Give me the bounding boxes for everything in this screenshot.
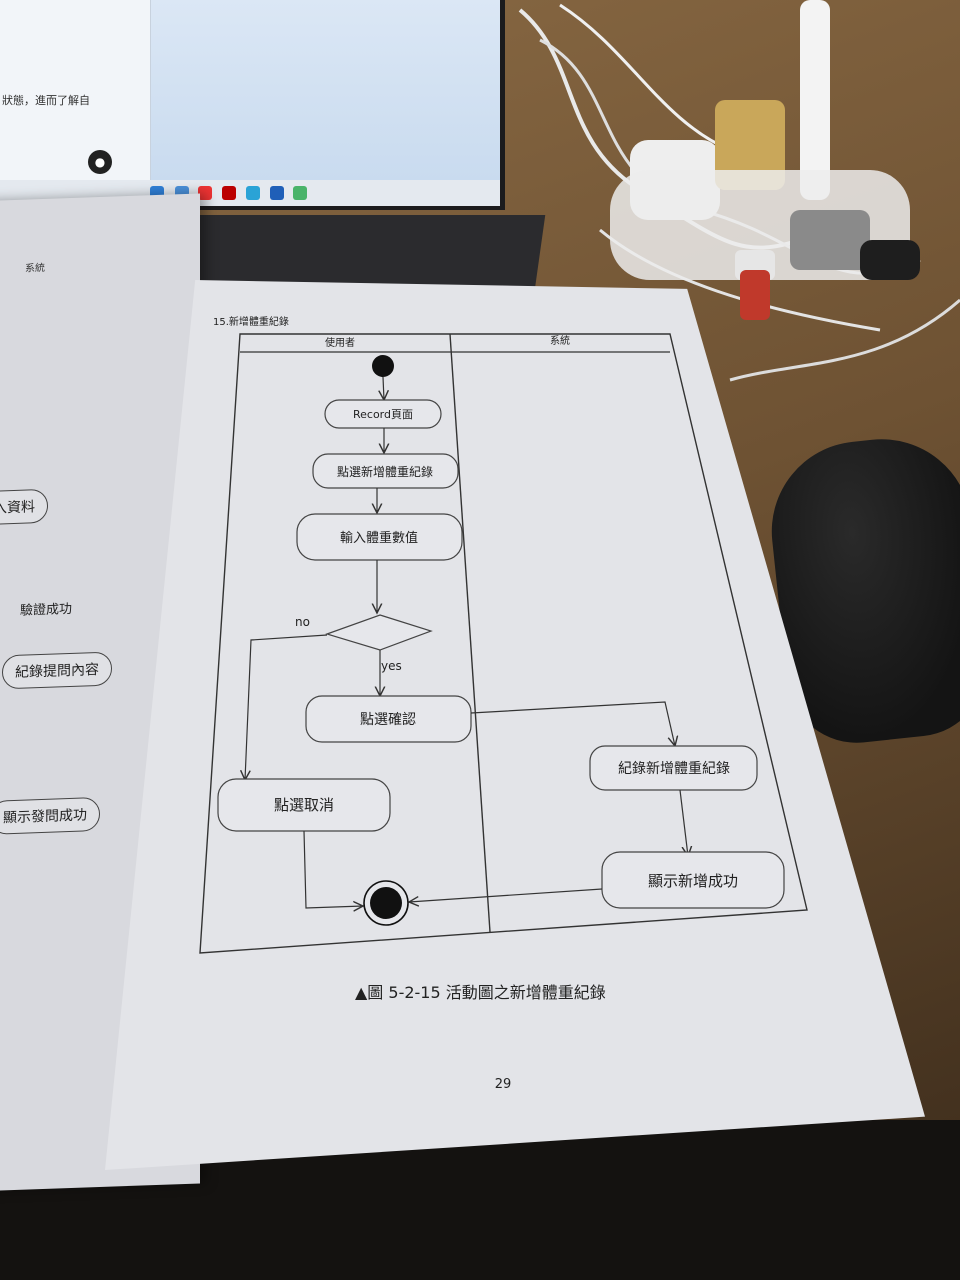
photo-scene: 狀態，進而了解自 ● 系統 入資料 驗證成功 紀錄提問內容 顯示發問成功 15.… — [0, 0, 960, 1280]
left-node-show-success: 顯示發問成功 — [0, 796, 100, 835]
start-node — [372, 355, 394, 377]
outlook-icon[interactable] — [270, 186, 284, 200]
book-page: 15.新增體重紀錄 使用者 系統 Record頁面 點選新增體重紀錄 輸入體重數… — [105, 280, 925, 1170]
end-node — [370, 887, 402, 919]
section-title: 15.新增體重紀錄 — [213, 315, 289, 328]
left-node-input: 入資料 — [0, 488, 48, 526]
netflix-icon[interactable] — [222, 186, 236, 200]
app-icon[interactable] — [293, 186, 307, 200]
left-lane-header: 系統 — [25, 262, 45, 275]
left-label-verify: 驗證成功 — [20, 601, 73, 619]
laptop-screen: 狀態，進而了解自 ● — [0, 0, 505, 210]
guard-no: no — [295, 615, 310, 629]
lane-divider — [449, 333, 491, 933]
page-number: 29 — [495, 1077, 512, 1092]
chat-text: 狀態，進而了解自 — [2, 94, 90, 107]
edge-icon[interactable] — [246, 186, 260, 200]
activity-diagram: 15.新增體重紀錄 使用者 系統 Record頁面 點選新增體重紀錄 輸入體重數… — [199, 315, 808, 1092]
chat-panel: 狀態，進而了解自 ● — [0, 0, 151, 185]
node-record-new-label: 紀錄新增體重紀錄 — [618, 761, 730, 777]
laptop-keyboard — [184, 215, 546, 290]
node-click-cancel-label: 點選取消 — [274, 796, 334, 814]
node-record-page-label: Record頁面 — [353, 408, 413, 421]
left-node-record-question: 紀錄提問內容 — [2, 651, 112, 690]
screen-display: 狀態，進而了解自 ● — [0, 0, 500, 185]
node-show-success-label: 顯示新增成功 — [648, 872, 738, 890]
figure-caption: ▲圖 5-2-15 活動圖之新增體重紀錄 — [355, 983, 606, 1002]
flow-confirm-to-record — [470, 701, 675, 746]
lane-system: 系統 — [550, 334, 570, 347]
flow-success-to-end — [409, 888, 603, 902]
node-click-add-label: 點選新增體重紀錄 — [337, 464, 433, 479]
youtube-icon[interactable] — [198, 186, 212, 200]
node-click-confirm-label: 點選確認 — [360, 712, 416, 728]
decision-node — [325, 614, 433, 651]
guard-yes: yes — [381, 659, 402, 673]
lane-user: 使用者 — [325, 336, 355, 349]
flow-record-to-success — [679, 789, 688, 856]
node-input-value-label: 輸入體重數值 — [340, 530, 418, 546]
mic-icon[interactable]: ● — [88, 150, 112, 174]
flow-cancel-to-end — [303, 830, 363, 908]
